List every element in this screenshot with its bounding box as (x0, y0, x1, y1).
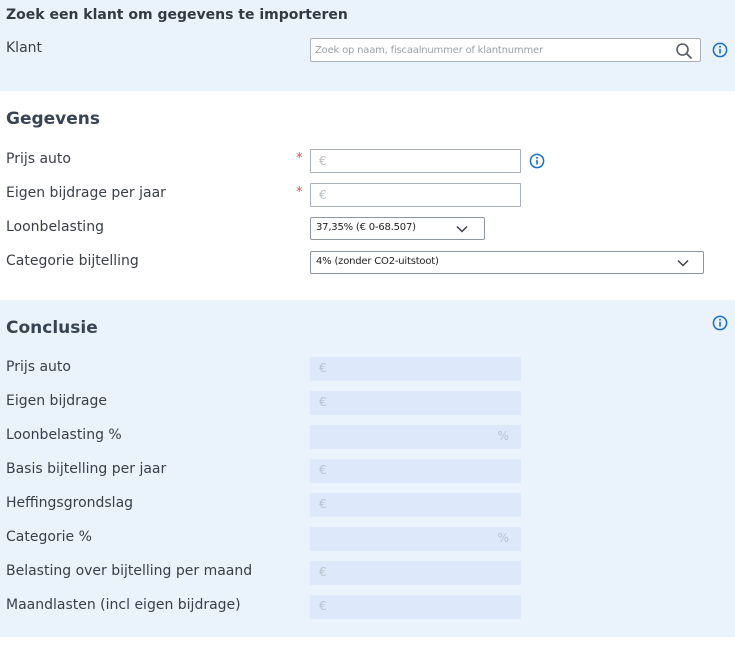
categorie-label: Categorie bijtelling (6, 253, 139, 269)
info-icon[interactable] (712, 42, 728, 58)
percent-symbol: % (497, 531, 509, 545)
currency-symbol: € (319, 565, 327, 579)
maandlasten-output: € (310, 595, 521, 619)
prijs-auto-input[interactable]: € (310, 149, 521, 173)
currency-symbol: € (319, 497, 327, 511)
currency-symbol: € (319, 154, 327, 168)
currency-symbol: € (319, 361, 327, 375)
required-marker: * (296, 185, 303, 200)
client-search-input[interactable] (315, 42, 670, 58)
prijs-auto-output: € (310, 357, 521, 381)
search-icon[interactable] (675, 42, 693, 60)
conclusie-row-label: Heffingsgrondslag (6, 495, 134, 511)
eigen-bijdrage-input[interactable]: € (310, 183, 521, 207)
loonbelasting-select[interactable]: 37,35% (€ 0-68.507) (310, 217, 485, 240)
chevron-down-icon (456, 225, 468, 233)
client-search-box[interactable] (310, 38, 701, 62)
chevron-down-icon (677, 259, 689, 267)
basis-bijtelling-output: € (310, 459, 521, 483)
percent-symbol: % (497, 429, 509, 443)
prijs-auto-label: Prijs auto (6, 151, 71, 167)
eigen-bijdrage-label: Eigen bijdrage per jaar (6, 185, 166, 201)
conclusie-row-label: Loonbelasting % (6, 427, 122, 443)
conclusie-row-label: Basis bijtelling per jaar (6, 461, 167, 477)
gegevens-section: Gegevens Prijs auto * € Eigen bijdrage p… (0, 91, 735, 300)
klant-label: Klant (6, 40, 43, 56)
currency-symbol: € (319, 599, 327, 613)
currency-symbol: € (319, 188, 327, 202)
currency-symbol: € (319, 463, 327, 477)
categorie-pct-output: % (310, 527, 521, 551)
info-icon[interactable] (712, 315, 728, 331)
conclusie-row-label: Prijs auto (6, 359, 71, 375)
conclusie-section: Conclusie Prijs auto € Eigen bijdrage € … (0, 300, 735, 637)
info-icon[interactable] (529, 153, 545, 169)
conclusie-row-label: Categorie % (6, 529, 92, 545)
conclusie-row-label: Maandlasten (incl eigen bijdrage) (6, 597, 241, 613)
gegevens-title: Gegevens (6, 109, 101, 129)
heffingsgrondslag-output: € (310, 493, 521, 517)
import-section: Zoek een klant om gegevens te importeren… (0, 0, 735, 91)
loonbelasting-pct-output: % (310, 425, 521, 449)
required-marker: * (296, 151, 303, 166)
loonbelasting-selected: 37,35% (€ 0-68.507) (316, 222, 416, 233)
conclusie-title: Conclusie (6, 318, 98, 338)
eigen-bijdrage-output: € (310, 391, 521, 415)
conclusie-row-label: Belasting over bijtelling per maand (6, 563, 253, 579)
belasting-per-maand-output: € (310, 561, 521, 585)
import-title: Zoek een klant om gegevens te importeren (6, 7, 348, 23)
loonbelasting-label: Loonbelasting (6, 219, 104, 235)
categorie-selected: 4% (zonder CO2-uitstoot) (316, 256, 439, 267)
categorie-select[interactable]: 4% (zonder CO2-uitstoot) (310, 251, 704, 274)
currency-symbol: € (319, 395, 327, 409)
conclusie-row-label: Eigen bijdrage (6, 393, 107, 409)
